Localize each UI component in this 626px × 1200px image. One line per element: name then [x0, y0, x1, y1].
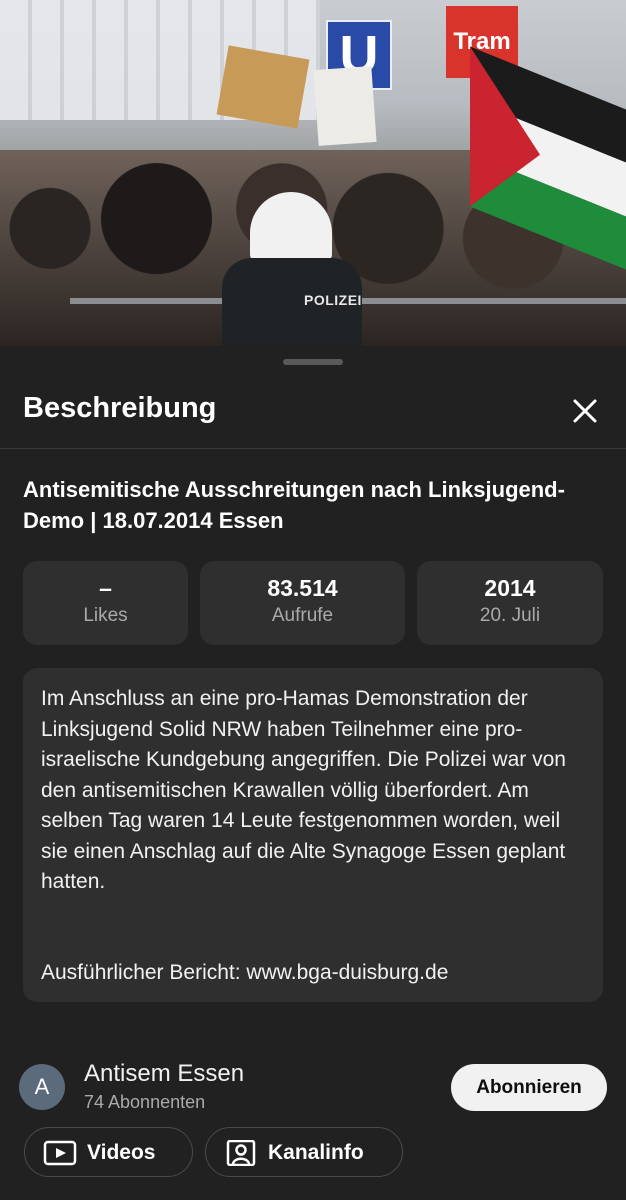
views-label: Aufrufe: [271, 605, 334, 626]
description-text: Im Anschluss an eine pro-Hamas Demonstra…: [41, 687, 566, 893]
divider: [0, 448, 626, 449]
channel-name[interactable]: Antisem Essen: [84, 1060, 244, 1088]
video-player[interactable]: U Tram POLIZEI: [0, 0, 626, 346]
drag-handle[interactable]: [283, 359, 343, 365]
channel-avatar[interactable]: A: [19, 1064, 65, 1110]
subscribe-button[interactable]: Abonnieren: [451, 1064, 607, 1111]
channel-info-label: Kanalinfo: [268, 1141, 364, 1164]
video-icon: [43, 1140, 77, 1166]
views-stat: 83.514 Aufrufe: [200, 561, 405, 645]
date-stat: 2014 20. Juli: [417, 561, 603, 645]
description-box: Im Anschluss an eine pro-Hamas Demonstra…: [23, 668, 603, 1002]
videos-button[interactable]: Videos: [24, 1127, 193, 1177]
likes-label: Likes: [83, 605, 128, 626]
year-value: 2014: [484, 575, 536, 601]
description-sheet: Beschreibung Antisemitische Ausschreitun…: [0, 346, 626, 1200]
channel-info-button[interactable]: Kanalinfo: [205, 1127, 403, 1177]
sheet-title: Beschreibung: [23, 392, 217, 424]
person-icon: [224, 1139, 258, 1167]
placard: [216, 45, 310, 129]
close-icon[interactable]: [566, 392, 604, 430]
report-link[interactable]: Ausführlicher Bericht: www.bga-duisburg.…: [41, 958, 591, 989]
likes-stat: – Likes: [23, 561, 188, 645]
videos-label: Videos: [87, 1141, 156, 1164]
placard: [313, 66, 377, 146]
subscriber-count: 74 Abonnenten: [84, 1092, 206, 1112]
date-label: 20. Juli: [479, 605, 541, 626]
video-title: Antisemitische Ausschreitungen nach Link…: [23, 477, 565, 533]
police-label: POLIZEI: [304, 292, 362, 308]
likes-value: –: [99, 575, 112, 601]
views-value: 83.514: [267, 575, 338, 601]
